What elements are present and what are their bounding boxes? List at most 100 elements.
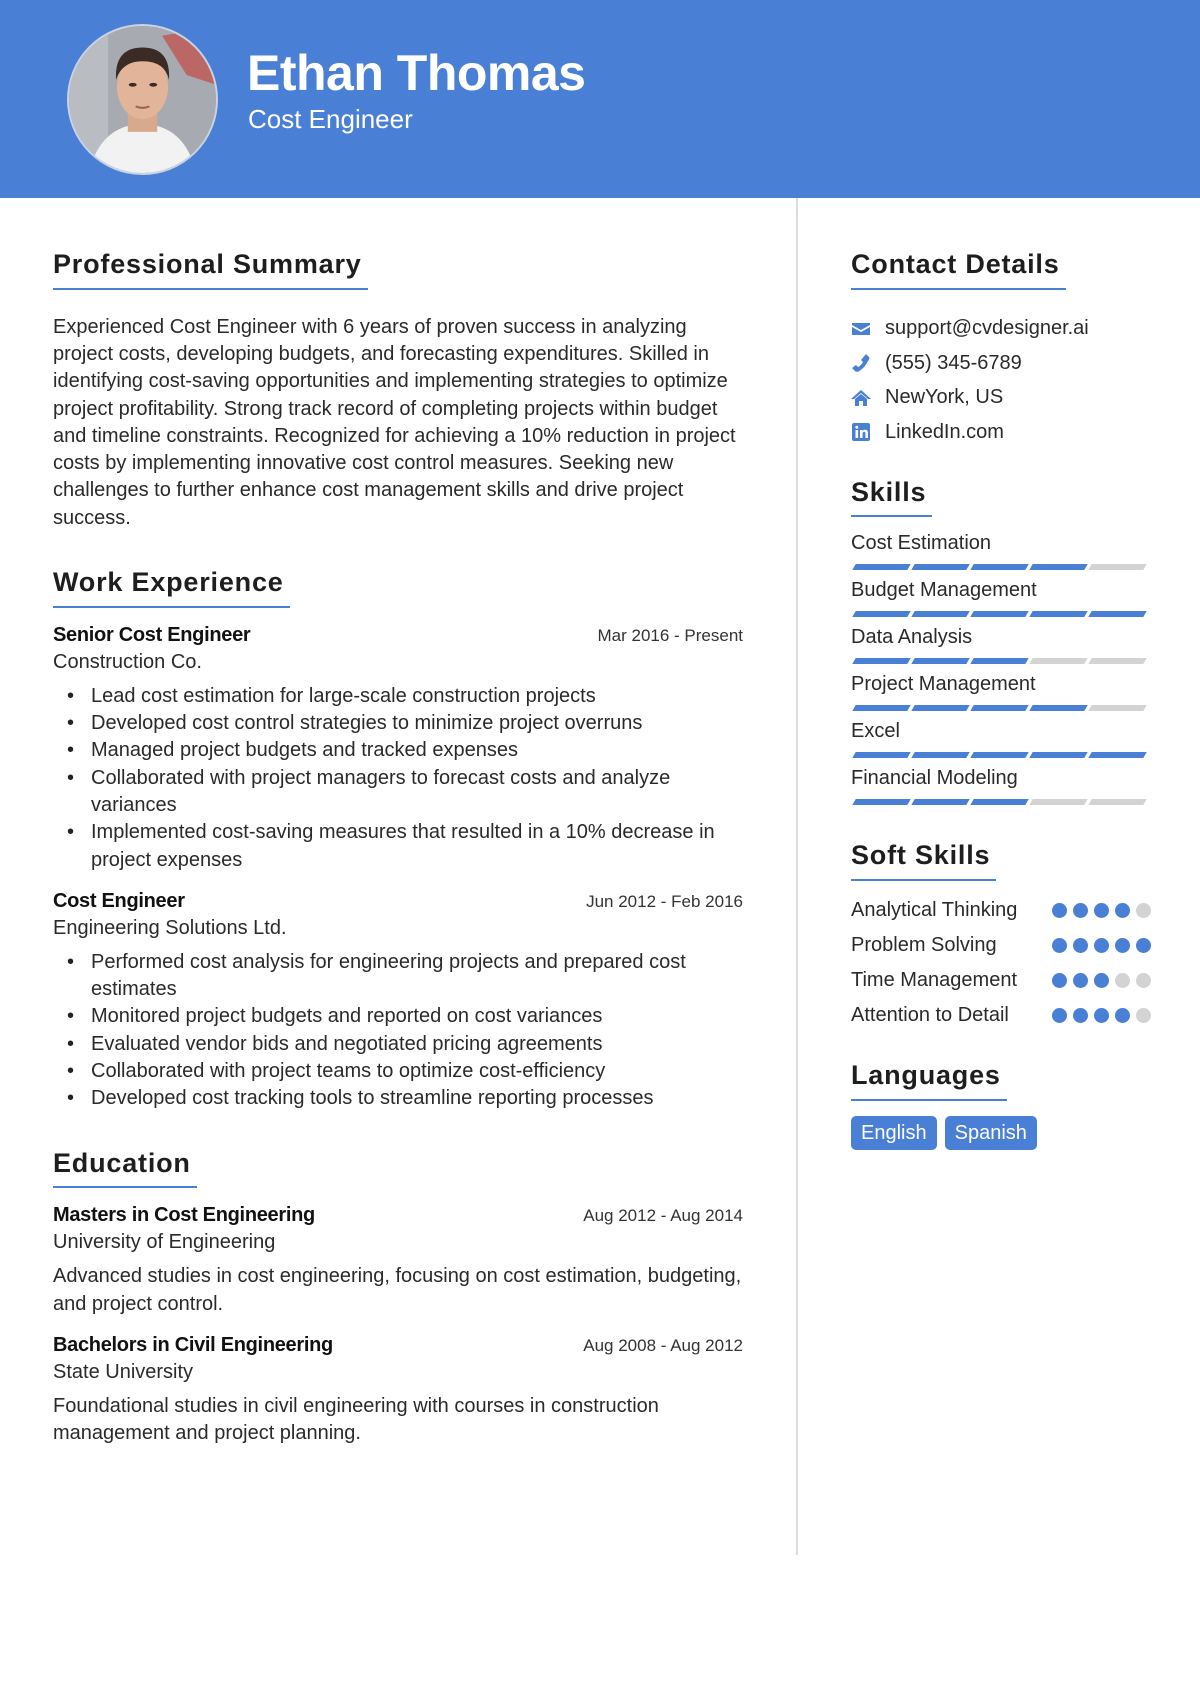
skill-level-segment-filled	[970, 611, 1029, 618]
rating-dot-filled	[1115, 1008, 1130, 1024]
skill-item: Budget Management	[851, 578, 1151, 618]
skill-name: Data Analysis	[851, 626, 973, 649]
soft-skills-list: Analytical Thinking Problem Solving Time M…	[851, 897, 1151, 1029]
rating-dot-empty	[1136, 903, 1151, 919]
column-divider	[796, 198, 798, 1555]
experience-section: Work Experience Senior Cost Engineer Mar…	[53, 567, 743, 1113]
soft-skill-rating	[1052, 1002, 1151, 1024]
job-dates: Mar 2016 - Present	[597, 625, 743, 645]
skill-level-segment-filled	[1088, 611, 1147, 618]
skill-level-segment-filled	[970, 658, 1029, 665]
job-bullet: Evaluated vendor bids and negotiated pri…	[67, 1031, 743, 1059]
soft-skill-rating	[1052, 967, 1151, 989]
rating-dot-filled	[1052, 903, 1067, 919]
job-bullet: Lead cost estimation for large-scale con…	[67, 683, 743, 711]
skill-level-segment-filled	[1088, 752, 1147, 759]
skill-level-segment-filled	[852, 799, 911, 806]
job-bullet: Monitored project budgets and reported o…	[67, 1003, 743, 1031]
soft-skill-name: Analytical Thinking	[851, 899, 1018, 922]
languages-heading: Languages	[851, 1060, 1007, 1101]
contact-phone-text[interactable]: (555) 345-6789	[885, 352, 1022, 375]
skill-level-bar	[851, 564, 1151, 571]
soft-skill-item: Time Management	[851, 967, 1151, 994]
skill-level-segment-filled	[1029, 705, 1088, 712]
candidate-name: Ethan Thomas	[247, 45, 586, 101]
rating-dot-filled	[1094, 938, 1109, 954]
candidate-title: Cost Engineer	[248, 104, 413, 134]
rating-dot-filled	[1094, 1008, 1109, 1024]
skills-section: Skills Cost Estimation Budget Management D…	[851, 477, 1151, 806]
job-company: Construction Co.	[53, 650, 202, 673]
education-entry: Bachelors in Civil Engineering Aug 2008 …	[53, 1334, 743, 1448]
education-section: Education Masters in Cost Engineering Au…	[53, 1148, 743, 1448]
rating-dot-empty	[1136, 1008, 1151, 1024]
job-bullet: Performed cost analysis for engineering …	[67, 949, 743, 1004]
rating-dot-filled	[1052, 973, 1067, 989]
skill-level-segment-filled	[911, 705, 970, 712]
linkedin-icon	[851, 422, 871, 442]
skills-list: Cost Estimation Budget Management Data Ana…	[851, 531, 1151, 806]
job-role: Cost Engineer	[53, 889, 185, 912]
skill-level-segment-empty	[1029, 799, 1088, 806]
skill-level-segment-filled	[1029, 752, 1088, 759]
soft-skill-name: Time Management	[851, 969, 1017, 992]
skill-level-segment-filled	[970, 799, 1029, 806]
skill-level-segment-filled	[970, 564, 1029, 571]
rating-dot-filled	[1136, 938, 1151, 954]
job-bullets: Performed cost analysis for engineering …	[53, 949, 743, 1113]
job-bullet: Developed cost tracking tools to streaml…	[67, 1085, 743, 1113]
skill-level-segment-filled	[970, 705, 1029, 712]
job-bullet: Collaborated with project managers to fo…	[67, 765, 743, 820]
rating-dot-filled	[1073, 903, 1088, 919]
languages-list: English Spanish	[851, 1115, 1151, 1150]
envelope-icon	[851, 319, 871, 339]
rating-dot-empty	[1136, 973, 1151, 989]
rating-dot-filled	[1073, 973, 1088, 989]
language-chip: English	[851, 1115, 937, 1150]
job-entry: Cost Engineer Jun 2012 - Feb 2016 Engine…	[53, 890, 743, 1113]
contact-linkedin[interactable]: LinkedIn.com	[851, 415, 1151, 450]
education-entry: Masters in Cost Engineering Aug 2012 - A…	[53, 1204, 743, 1318]
job-bullets: Lead cost estimation for large-scale con…	[53, 683, 743, 874]
skill-item: Financial Modeling	[851, 766, 1151, 806]
rating-dot-filled	[1073, 938, 1088, 954]
soft-skills-section: Soft Skills Analytical Thinking Problem S…	[851, 841, 1151, 1029]
skill-level-segment-filled	[852, 611, 911, 618]
skill-name: Excel	[851, 720, 900, 743]
skill-item: Cost Estimation	[851, 531, 1151, 571]
rating-dot-filled	[1052, 938, 1067, 954]
skill-level-bar	[851, 799, 1151, 806]
rating-dot-filled	[1115, 938, 1130, 954]
education-description: Advanced studies in cost engineering, fo…	[53, 1265, 742, 1315]
skill-name: Cost Estimation	[851, 532, 992, 555]
skill-level-segment-filled	[970, 752, 1029, 759]
education-description: Foundational studies in civil engineerin…	[53, 1394, 659, 1445]
skill-level-segment-empty	[1088, 799, 1147, 806]
main-column: Professional Summary Experienced Cost En…	[53, 249, 743, 1473]
job-entry: Senior Cost Engineer Mar 2016 - Present …	[53, 624, 743, 874]
sidebar-column: Contact Details support@cvdesigner.ai (5…	[851, 249, 1151, 1176]
job-bullet: Implemented cost-saving measures that re…	[67, 819, 743, 874]
education-dates: Aug 2012 - Aug 2014	[583, 1206, 743, 1226]
skill-level-segment-filled	[911, 658, 970, 665]
job-bullet: Managed project budgets and tracked expe…	[67, 737, 743, 765]
skills-heading: Skills	[851, 477, 933, 518]
rating-dot-filled	[1052, 1008, 1067, 1024]
rating-dot-filled	[1094, 973, 1109, 989]
experience-heading: Work Experience	[53, 567, 290, 608]
skill-level-segment-filled	[852, 564, 911, 571]
skill-level-bar	[851, 611, 1151, 618]
contact-linkedin-text[interactable]: LinkedIn.com	[885, 421, 1004, 444]
skill-level-segment-filled	[1029, 611, 1088, 618]
contact-email[interactable]: support@cvdesigner.ai	[851, 312, 1151, 347]
profile-photo-image	[69, 26, 216, 173]
degree-name: Bachelors in Civil Engineering	[53, 1333, 333, 1356]
education-dates: Aug 2008 - Aug 2012	[583, 1335, 743, 1355]
skill-level-segment-filled	[911, 611, 970, 618]
skill-name: Project Management	[851, 673, 1036, 696]
contact-phone[interactable]: (555) 345-6789	[851, 346, 1151, 381]
skill-level-segment-filled	[852, 705, 911, 712]
contact-email-text[interactable]: support@cvdesigner.ai	[885, 317, 1089, 340]
skill-level-segment-filled	[911, 752, 970, 759]
contact-location-text: NewYork, US	[885, 386, 1004, 409]
